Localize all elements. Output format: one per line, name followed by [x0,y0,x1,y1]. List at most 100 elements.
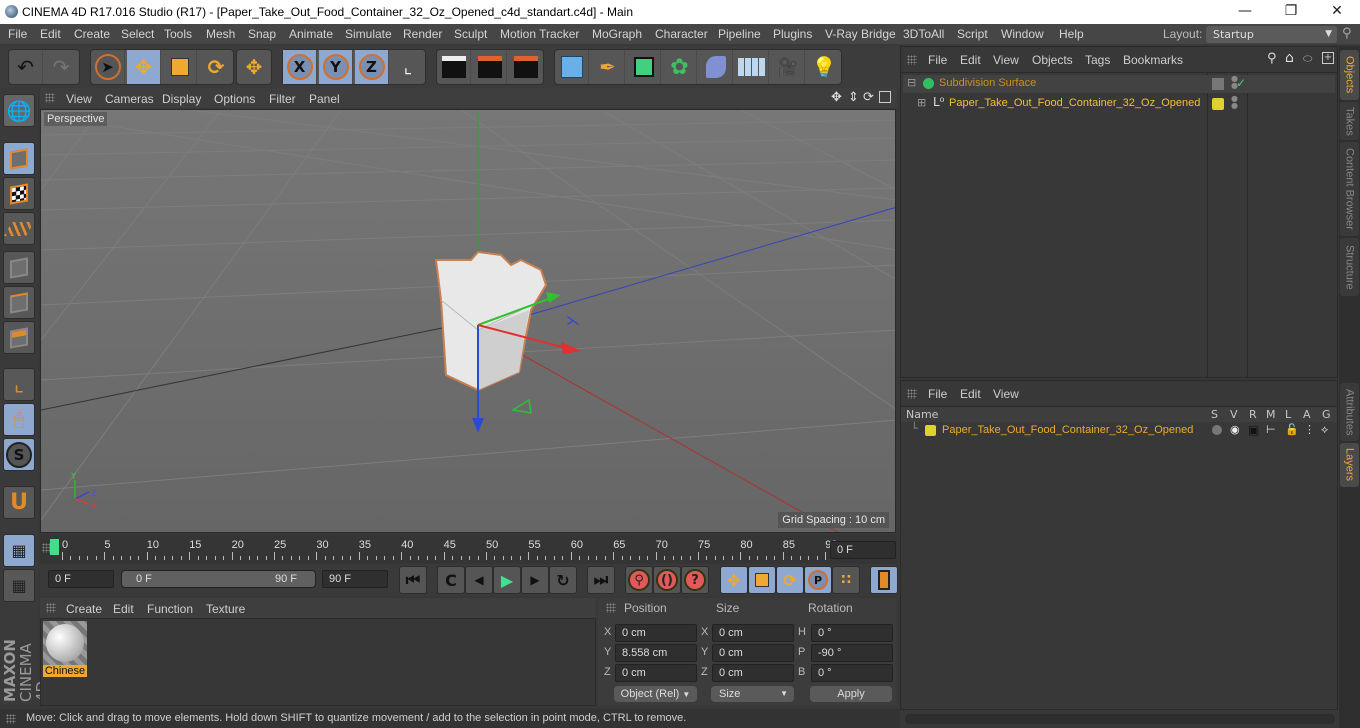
viewport-menu-options[interactable]: Options [214,92,255,106]
rotate-tool-button[interactable]: ⟳ [199,50,233,84]
object-menu-view[interactable]: View [993,53,1019,67]
render-settings-button[interactable] [509,50,543,84]
column-solo[interactable]: S [1211,408,1218,421]
animation-toggle-icon[interactable]: ⋮ [1304,423,1315,436]
menu-vray-bridge[interactable]: V-Ray Bridge [825,27,896,41]
viewport-menu-view[interactable]: View [66,92,92,106]
layer-color-swatch[interactable] [925,425,936,436]
add-cube-button[interactable] [555,50,589,84]
add-deformer-button[interactable] [699,50,733,84]
autokeying-button[interactable]: () [653,566,681,594]
end-frame-field[interactable]: 90 F [322,570,388,588]
menu-character[interactable]: Character [655,27,708,41]
panel-grip-icon[interactable] [907,55,917,65]
snap-button[interactable]: U [3,486,35,519]
next-frame-button[interactable]: ▶ [521,566,549,594]
object-menu-tags[interactable]: Tags [1085,53,1110,67]
menu-window[interactable]: Window [1001,27,1044,41]
column-view[interactable]: V [1230,408,1238,421]
planar-workplane-button[interactable]: ▦ [3,569,35,602]
scale-tool-button[interactable] [163,50,197,84]
frame-range-slider[interactable]: 0 F 90 F [121,570,316,588]
panel-grip-icon[interactable] [45,93,55,103]
z-axis-lock-button[interactable]: Z [355,50,389,84]
layer-menu-edit[interactable]: Edit [960,387,981,401]
material-menu-edit[interactable]: Edit [113,602,134,616]
tab-layers[interactable]: Layers [1340,443,1359,487]
move-tool-button[interactable]: ✥ [127,50,161,84]
live-selection-button[interactable]: ➤ [91,50,125,84]
column-locked[interactable]: L [1285,408,1291,421]
object-menu-edit[interactable]: Edit [960,53,981,67]
record-point-level-button[interactable]: ∷ [832,566,860,594]
layer-color-swatch[interactable] [1212,98,1224,110]
object-row-container[interactable]: ⊞ L⁰ Paper_Take_Out_Food_Container_32_Oz… [903,95,1335,113]
render-view-button[interactable] [437,50,471,84]
previous-frame-button[interactable]: ◀ [465,566,493,594]
redo-button[interactable]: ↷ [44,50,78,84]
add-subdivision-button[interactable] [627,50,661,84]
record-rotation-button[interactable]: ⟳ [776,566,804,594]
menu-snap[interactable]: Snap [248,27,276,41]
column-generators[interactable]: G [1322,408,1331,421]
tab-content-browser[interactable]: Content Browser [1340,142,1359,236]
generators-toggle-icon[interactable]: ⟡ [1321,423,1328,437]
viewport-menu-panel[interactable]: Panel [309,92,340,106]
go-to-end-button[interactable]: ⏭ [587,566,615,594]
layer-menu-file[interactable]: File [928,387,947,401]
add-light-button[interactable]: 💡 [807,50,841,84]
pan-view-icon[interactable]: ✥ [831,90,842,105]
coordinate-mode-dropdown[interactable]: Object (Rel) ▼ [614,686,697,702]
undo-button[interactable]: ↶ [9,50,43,84]
lock-toggle-icon[interactable]: 🔓 [1285,423,1299,436]
column-animation[interactable]: A [1303,408,1311,421]
start-frame-field[interactable]: 0 F [48,570,114,588]
search-icon[interactable]: ⚲ [1267,51,1277,66]
menu-select[interactable]: Select [121,27,154,41]
horizontal-scrollbar[interactable] [905,714,1335,724]
size-y-field[interactable]: 0 cm [712,644,794,662]
timeline-window-button[interactable] [870,566,898,594]
rotate-view-icon[interactable]: ⟳ [863,90,874,105]
add-floor-button[interactable] [735,50,769,84]
viewport-menu-display[interactable]: Display [162,92,201,106]
tab-takes[interactable]: Takes [1340,102,1359,140]
menu-simulate[interactable]: Simulate [345,27,392,41]
tweak-mode-button[interactable]: 🖱 [3,403,35,436]
menu-edit[interactable]: Edit [40,27,61,41]
menu-create[interactable]: Create [74,27,110,41]
render-toggle-icon[interactable]: ▣ [1248,423,1259,437]
object-menu-bookmarks[interactable]: Bookmarks [1123,53,1183,67]
previous-key-button[interactable]: C [437,566,465,594]
tab-structure[interactable]: Structure [1340,238,1359,296]
layer-color-swatch[interactable] [1212,78,1224,90]
add-camera-button[interactable]: 🎥 [771,50,805,84]
eye-icon[interactable]: ⬭ [1303,52,1312,66]
layer-row[interactable]: └ Paper_Take_Out_Food_Container_32_Oz_Op… [901,422,1337,439]
3d-viewport[interactable]: ⋋ Y Z X Perspective Grid Spacing : 10 cm [40,109,896,533]
locked-workplane-button[interactable]: ▦ [3,534,35,567]
menu-motion-tracker[interactable]: Motion Tracker [500,27,579,41]
zoom-view-icon[interactable]: ⇕ [848,90,859,105]
column-render[interactable]: R [1249,408,1257,421]
workplane-mode-button[interactable] [3,212,35,245]
manager-toggle-icon[interactable]: ⊢ [1266,423,1276,436]
view-toggle-icon[interactable]: ◉ [1230,423,1240,436]
menu-tools[interactable]: Tools [164,27,192,41]
play-button[interactable]: ▶ [493,566,521,594]
enabled-checkmark-icon[interactable]: ✓ [1236,76,1246,90]
column-manager[interactable]: M [1266,408,1276,421]
viewport-menu-filter[interactable]: Filter [269,92,296,106]
position-z-field[interactable]: 0 cm [615,664,697,682]
new-view-icon[interactable]: + [1322,52,1334,64]
maximize-button[interactable]: ❐ [1268,0,1314,24]
tab-attributes[interactable]: Attributes [1340,383,1359,441]
material-chinese[interactable]: Chinese [43,621,87,681]
menu-mesh[interactable]: Mesh [206,27,235,41]
y-axis-lock-button[interactable]: Y [319,50,353,84]
expand-icon[interactable]: ⊞ [917,96,926,109]
menu-mograph[interactable]: MoGraph [592,27,642,41]
panel-grip-icon[interactable] [907,389,917,399]
rotation-b-field[interactable]: 0 ° [811,664,893,682]
home-icon[interactable]: ⌂ [1285,50,1294,66]
